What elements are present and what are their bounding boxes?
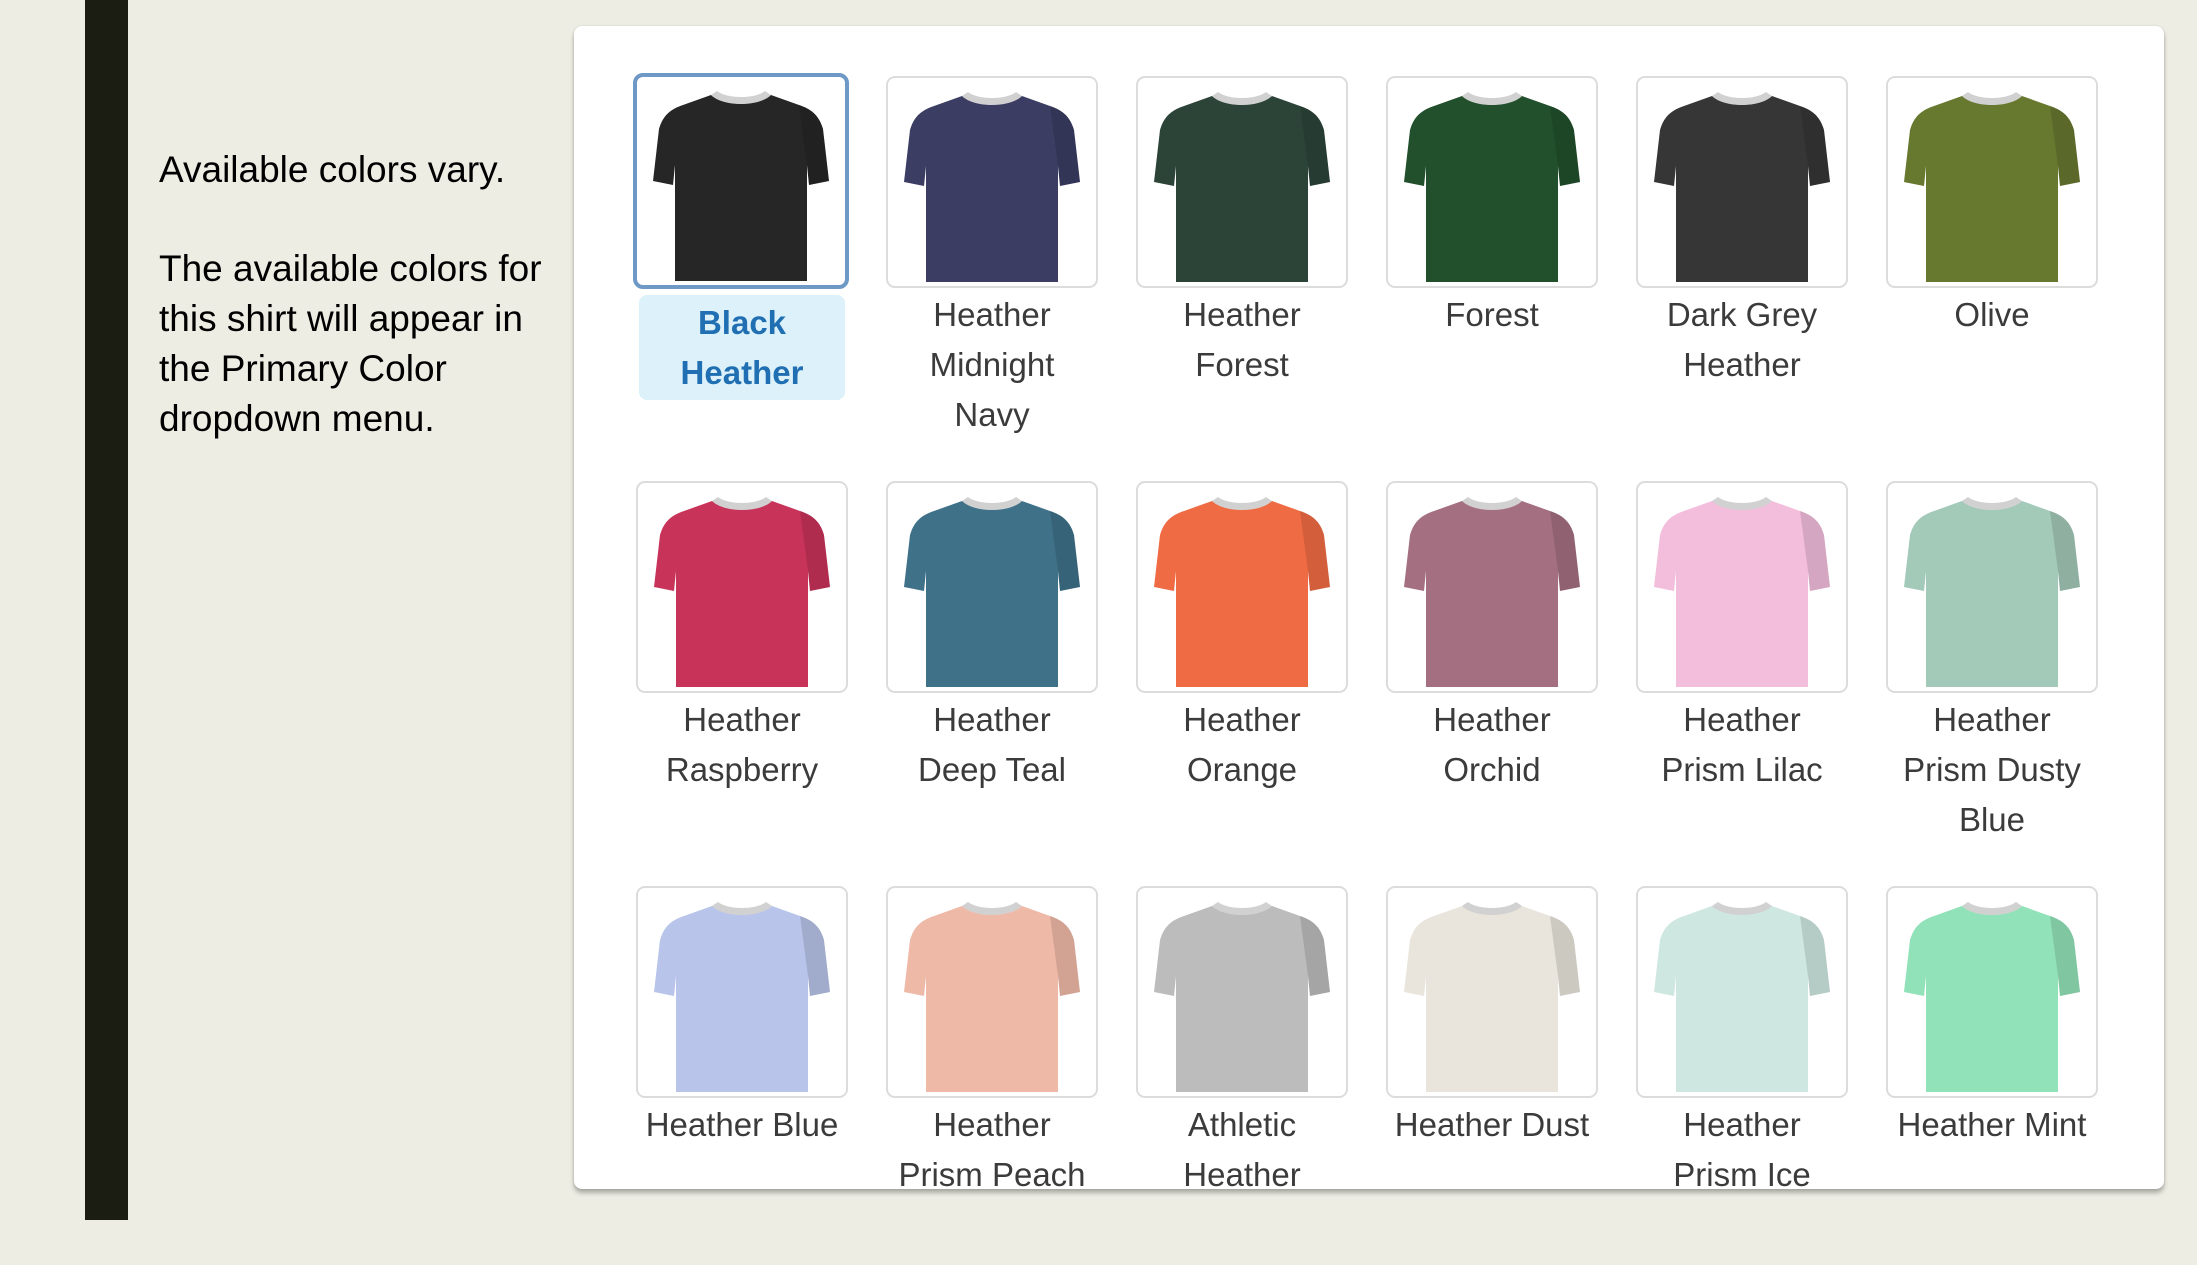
swatch-label: Olive bbox=[1954, 296, 2030, 333]
availability-note: Available colors vary. The available col… bbox=[159, 145, 579, 444]
swatch-label: Heather Midnight Navy bbox=[929, 296, 1055, 433]
tshirt-icon bbox=[1404, 497, 1580, 687]
tshirt-icon bbox=[1404, 92, 1580, 282]
swatch-label: Heather Raspberry bbox=[665, 701, 819, 788]
color-swatch[interactable]: Heather Prism Dusty Blue bbox=[1886, 455, 2098, 860]
color-swatch[interactable]: Heather Prism Peach bbox=[886, 860, 1098, 1265]
swatch-label: Black Heather bbox=[639, 295, 845, 400]
swatch-label: Forest bbox=[1445, 296, 1539, 333]
swatch-label: Heather Prism Peach bbox=[898, 1106, 1086, 1193]
swatch-thumbnail[interactable] bbox=[1636, 886, 1848, 1098]
swatch-label: Dark Grey Heather bbox=[1666, 296, 1818, 383]
swatch-thumbnail[interactable] bbox=[1386, 76, 1598, 288]
color-swatch[interactable]: Olive bbox=[1886, 50, 2098, 455]
swatch-label: Heather Prism Dusty Blue bbox=[1903, 701, 2081, 838]
color-swatch[interactable]: Heather Blue bbox=[636, 860, 848, 1265]
swatch-label: Heather Orchid bbox=[1433, 701, 1551, 788]
color-picker-panel: Black Heather Heather Midnight Navy Heathe… bbox=[574, 26, 2164, 1193]
tshirt-icon bbox=[1654, 902, 1830, 1092]
swatch-thumbnail[interactable] bbox=[886, 481, 1098, 693]
tshirt-icon bbox=[904, 902, 1080, 1092]
color-swatch[interactable]: Heather Dust bbox=[1386, 860, 1598, 1265]
tshirt-icon bbox=[1904, 902, 2080, 1092]
tshirt-icon bbox=[1654, 497, 1830, 687]
tshirt-icon bbox=[654, 497, 830, 687]
swatch-thumbnail[interactable] bbox=[1136, 76, 1348, 288]
swatch-thumbnail[interactable] bbox=[1886, 481, 2098, 693]
swatch-thumbnail[interactable] bbox=[1136, 481, 1348, 693]
color-swatch[interactable]: Heather Prism Ice bbox=[1636, 860, 1848, 1265]
color-swatch[interactable]: Athletic Heather bbox=[1136, 860, 1348, 1265]
note-line-1: Available colors vary. bbox=[159, 149, 506, 190]
tshirt-icon bbox=[1904, 497, 2080, 687]
swatch-thumbnail[interactable] bbox=[1136, 886, 1348, 1098]
note-line-2: The available colors for this shirt will… bbox=[159, 248, 542, 439]
swatch-label: Heather Prism Ice bbox=[1673, 1106, 1811, 1193]
tshirt-icon bbox=[904, 92, 1080, 282]
swatch-label: Heather Deep Teal bbox=[917, 701, 1066, 788]
color-swatch[interactable]: Forest bbox=[1386, 50, 1598, 455]
tshirt-icon bbox=[653, 91, 829, 281]
swatch-label: Heather Mint bbox=[1897, 1106, 2087, 1143]
swatch-thumbnail[interactable] bbox=[886, 886, 1098, 1098]
tshirt-icon bbox=[1154, 902, 1330, 1092]
color-swatch[interactable]: Heather Forest bbox=[1136, 50, 1348, 455]
swatch-thumbnail[interactable] bbox=[1886, 76, 2098, 288]
swatch-thumbnail[interactable] bbox=[1386, 481, 1598, 693]
color-swatch[interactable]: Black Heather bbox=[633, 50, 849, 455]
swatch-thumbnail[interactable] bbox=[1636, 481, 1848, 693]
swatch-thumbnail[interactable] bbox=[1636, 76, 1848, 288]
color-swatch[interactable]: Heather Prism Lilac bbox=[1636, 455, 1848, 860]
color-swatch[interactable]: Dark Grey Heather bbox=[1636, 50, 1848, 455]
tshirt-icon bbox=[904, 497, 1080, 687]
swatch-thumbnail[interactable] bbox=[633, 73, 849, 289]
tshirt-icon bbox=[1654, 92, 1830, 282]
swatch-label: Athletic Heather bbox=[1183, 1106, 1301, 1193]
tshirt-icon bbox=[1154, 497, 1330, 687]
tshirt-icon bbox=[1404, 902, 1580, 1092]
color-swatch[interactable]: Heather Orchid bbox=[1386, 455, 1598, 860]
color-swatch-grid: Black Heather Heather Midnight Navy Heathe… bbox=[633, 50, 2098, 1265]
slide-accent-bar bbox=[85, 0, 128, 1220]
swatch-label: Heather Prism Lilac bbox=[1661, 701, 1823, 788]
color-swatch[interactable]: Heather Midnight Navy bbox=[886, 50, 1098, 455]
swatch-thumbnail[interactable] bbox=[636, 481, 848, 693]
swatch-thumbnail[interactable] bbox=[1886, 886, 2098, 1098]
tshirt-icon bbox=[1904, 92, 2080, 282]
color-swatch[interactable]: Heather Mint bbox=[1886, 860, 2098, 1265]
swatch-thumbnail[interactable] bbox=[886, 76, 1098, 288]
swatch-thumbnail[interactable] bbox=[636, 886, 848, 1098]
swatch-thumbnail[interactable] bbox=[1386, 886, 1598, 1098]
color-swatch[interactable]: Heather Raspberry bbox=[636, 455, 848, 860]
swatch-label: Heather Blue bbox=[645, 1106, 839, 1143]
color-swatch[interactable]: Heather Deep Teal bbox=[886, 455, 1098, 860]
swatch-label: Heather Forest bbox=[1183, 296, 1301, 383]
swatch-label: Heather Dust bbox=[1394, 1106, 1590, 1143]
tshirt-icon bbox=[654, 902, 830, 1092]
swatch-label: Heather Orange bbox=[1183, 701, 1301, 788]
color-swatch[interactable]: Heather Orange bbox=[1136, 455, 1348, 860]
tshirt-icon bbox=[1154, 92, 1330, 282]
